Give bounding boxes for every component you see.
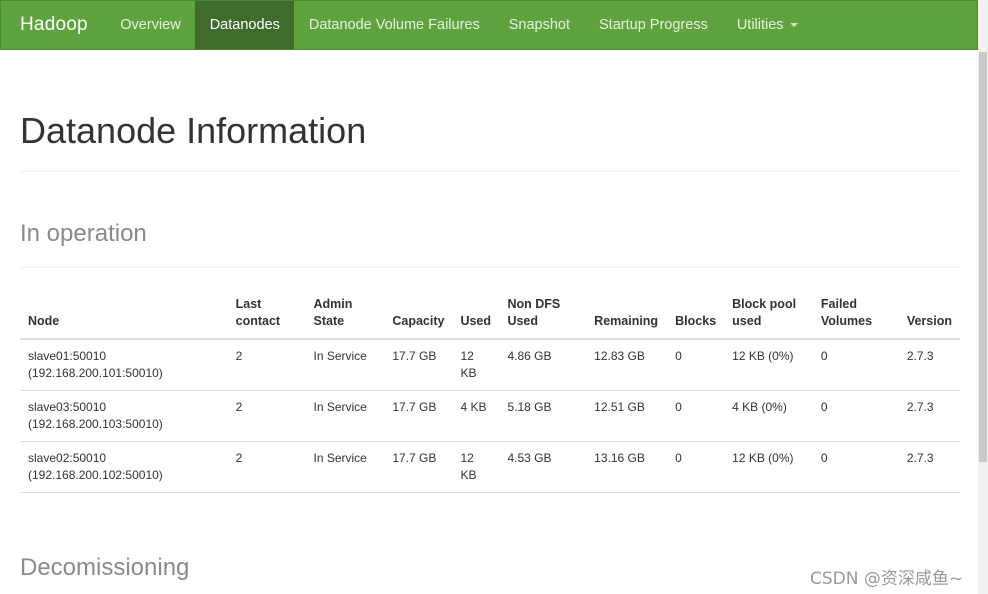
table-header-row: Node Last contact Admin State Capacity U… xyxy=(20,295,960,340)
cell-blocks: 0 xyxy=(667,338,725,391)
cell-node: slave02:50010 (192.168.200.102:50010) xyxy=(20,441,228,493)
col-failed-volumes: Failed Volumes xyxy=(812,295,899,340)
cell-last-contact: 2 xyxy=(227,390,306,442)
datanode-table: Node Last contact Admin State Capacity U… xyxy=(20,295,960,493)
table-row: slave02:50010 (192.168.200.102:50010) 2 … xyxy=(20,441,960,493)
cell-remaining: 12.83 GB xyxy=(586,338,668,391)
col-used: Used xyxy=(452,295,500,340)
nav-overview[interactable]: Overview xyxy=(106,1,195,49)
col-last-contact: Last contact xyxy=(227,295,306,340)
cell-failed-volumes: 0 xyxy=(812,390,899,442)
cell-admin-state: In Service xyxy=(305,390,385,442)
cell-capacity: 17.7 GB xyxy=(384,441,453,493)
col-admin-state: Admin State xyxy=(305,295,385,340)
chevron-down-icon xyxy=(789,23,798,27)
col-remaining: Remaining xyxy=(586,295,668,340)
cell-non-dfs-used: 4.86 GB xyxy=(499,338,587,391)
cell-non-dfs-used: 4.53 GB xyxy=(499,441,587,493)
cell-admin-state: In Service xyxy=(305,441,385,493)
cell-version: 2.7.3 xyxy=(898,338,960,391)
cell-version: 2.7.3 xyxy=(898,390,960,442)
main-content: Datanode Information In operation Node L… xyxy=(20,50,960,594)
cell-block-pool-used: 12 KB (0%) xyxy=(724,338,813,391)
cell-used: 12 KB xyxy=(452,441,500,493)
cell-failed-volumes: 0 xyxy=(812,338,899,391)
cell-version: 2.7.3 xyxy=(898,441,960,493)
table-row: slave01:50010 (192.168.200.101:50010) 2 … xyxy=(20,338,960,391)
nav-utilities-dropdown[interactable]: Utilities xyxy=(722,1,812,49)
cell-node: slave01:50010 (192.168.200.101:50010) xyxy=(20,338,228,391)
col-block-pool-used: Block pool used xyxy=(724,295,813,340)
top-navbar: Hadoop Overview Datanodes Datanode Volum… xyxy=(0,0,978,50)
brand-logo[interactable]: Hadoop xyxy=(1,1,106,49)
vertical-scrollbar[interactable] xyxy=(978,0,988,594)
cell-admin-state: In Service xyxy=(305,338,385,391)
table-row: slave03:50010 (192.168.200.103:50010) 2 … xyxy=(20,390,960,442)
col-non-dfs-used: Non DFS Used xyxy=(499,295,587,340)
col-capacity: Capacity xyxy=(384,295,453,340)
cell-capacity: 17.7 GB xyxy=(384,390,453,442)
nav-startup-progress[interactable]: Startup Progress xyxy=(585,1,723,49)
nav-snapshot[interactable]: Snapshot xyxy=(494,1,584,49)
cell-node: slave03:50010 (192.168.200.103:50010) xyxy=(20,390,228,442)
nav-volume-failures[interactable]: Datanode Volume Failures xyxy=(294,1,494,49)
cell-blocks: 0 xyxy=(667,390,725,442)
cell-block-pool-used: 4 KB (0%) xyxy=(724,390,813,442)
cell-block-pool-used: 12 KB (0%) xyxy=(724,441,813,493)
page-title: Datanode Information xyxy=(20,111,960,172)
cell-blocks: 0 xyxy=(667,441,725,493)
col-blocks: Blocks xyxy=(667,295,725,340)
cell-remaining: 13.16 GB xyxy=(586,441,668,493)
col-version: Version xyxy=(898,295,960,340)
scrollbar-thumb[interactable] xyxy=(979,52,987,462)
cell-failed-volumes: 0 xyxy=(812,441,899,493)
cell-capacity: 17.7 GB xyxy=(384,338,453,391)
nav-datanodes[interactable]: Datanodes xyxy=(195,1,295,49)
cell-remaining: 12.51 GB xyxy=(586,390,668,442)
section-in-operation: In operation xyxy=(20,220,960,268)
cell-last-contact: 2 xyxy=(227,441,306,493)
cell-used: 4 KB xyxy=(452,390,500,442)
nav-utilities-label: Utilities xyxy=(736,17,784,33)
watermark: CSDN @资深咸鱼~ xyxy=(810,569,964,589)
col-node: Node xyxy=(20,295,228,340)
cell-used: 12 KB xyxy=(452,338,500,391)
cell-last-contact: 2 xyxy=(227,338,306,391)
cell-non-dfs-used: 5.18 GB xyxy=(499,390,587,442)
